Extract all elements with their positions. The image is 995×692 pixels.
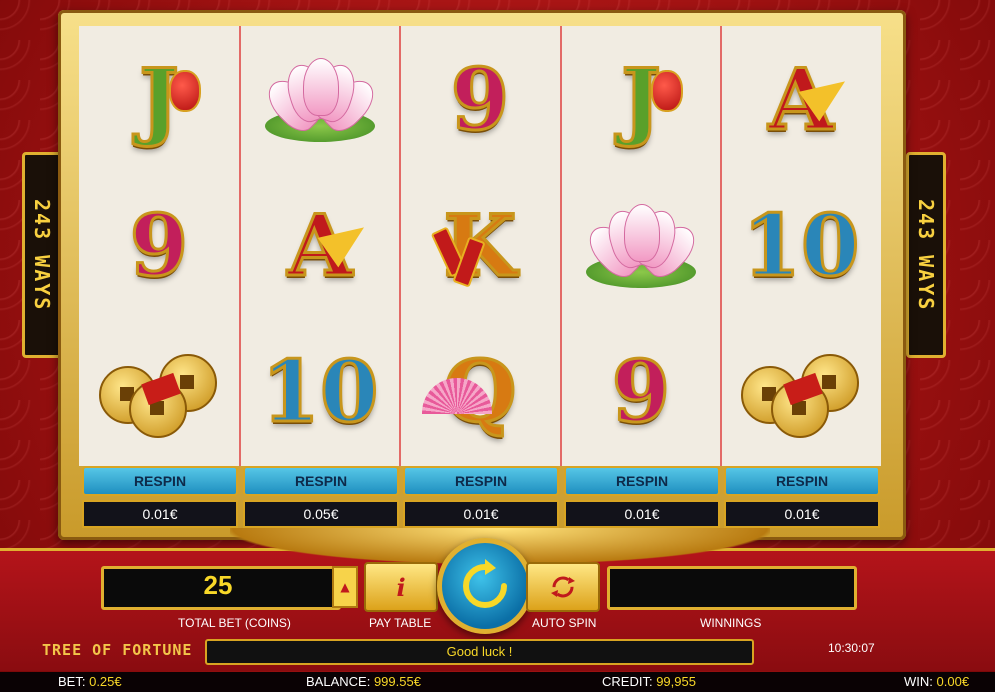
symbol-10: 10	[260, 340, 380, 442]
symbol-9: 9	[128, 194, 189, 296]
footer-credit: CREDIT: 99,955	[602, 674, 696, 689]
respin-price-1: 0.01€	[82, 500, 238, 528]
symbol-a: A	[721, 26, 881, 172]
lantern-icon	[169, 70, 201, 112]
coins-icon	[99, 346, 219, 438]
auto-spin-button[interactable]	[526, 562, 600, 612]
respin-button-4[interactable]: RESPIN	[564, 466, 720, 496]
winnings-display	[607, 566, 857, 610]
lotus-icon	[259, 56, 383, 142]
game-title: TREE OF FORTUNE	[42, 641, 193, 659]
reel-2: A 10	[240, 26, 400, 466]
ways-badge-right: 243 WAYS	[906, 152, 946, 358]
spin-button[interactable]	[437, 538, 533, 634]
lotus-icon	[580, 202, 704, 288]
bet-up-button[interactable]: ▲	[332, 566, 358, 608]
symbol-lotus	[561, 172, 721, 318]
symbol-9: 9	[449, 48, 510, 150]
reel-1: J 9	[79, 26, 239, 466]
symbol-coins	[79, 318, 239, 464]
info-icon: i	[396, 572, 406, 602]
symbol-10: 10	[741, 194, 861, 296]
respin-button-5[interactable]: RESPIN	[724, 466, 880, 496]
symbol-coins	[721, 318, 881, 464]
symbol-9: 9	[610, 340, 671, 442]
symbol-k: K	[400, 172, 560, 318]
symbol-j: J	[79, 26, 239, 172]
respin-button-3[interactable]: RESPIN	[403, 466, 559, 496]
symbol-q: Q	[400, 318, 560, 464]
lantern-icon	[651, 70, 683, 112]
footer-bar: BET: 0.25€ BALANCE: 999.55€ CREDIT: 99,9…	[0, 672, 995, 692]
ways-badge-left: 243 WAYS	[22, 152, 62, 358]
spin-icon	[463, 559, 507, 608]
total-bet-label: TOTAL BET (COINS)	[178, 616, 291, 630]
respin-price-3: 0.01€	[403, 500, 559, 528]
footer-bet: BET: 0.25€	[58, 674, 122, 689]
footer-balance: BALANCE: 999.55€	[306, 674, 421, 689]
total-bet-value: 25	[203, 570, 233, 600]
reel-area: J 9 A 10 9 J 9 A 10	[79, 26, 881, 466]
coins-icon	[741, 346, 861, 438]
reel-5: A 10	[721, 26, 881, 466]
respin-button-2[interactable]: RESPIN	[243, 466, 399, 496]
pay-table-button[interactable]: i	[364, 562, 438, 612]
footer-win: WIN: 0.00€	[904, 674, 970, 689]
reel-4: J 9	[561, 26, 721, 466]
winnings-label: WINNINGS	[700, 616, 762, 630]
respin-button-1[interactable]: RESPIN	[82, 466, 238, 496]
reel-3: 9 K Q	[400, 26, 560, 466]
respin-price-4: 0.01€	[564, 500, 720, 528]
autospin-icon	[551, 576, 575, 598]
symbol-a: A	[240, 172, 400, 318]
clock: 10:30:07	[828, 641, 875, 655]
respin-price-5: 0.01€	[724, 500, 880, 528]
symbol-j: J	[561, 26, 721, 172]
auto-spin-label: AUTO SPIN	[532, 616, 597, 630]
symbol-lotus	[240, 26, 400, 172]
status-message: Good luck !	[205, 639, 754, 665]
pay-table-label: PAY TABLE	[369, 616, 432, 630]
respin-price-2: 0.05€	[243, 500, 399, 528]
